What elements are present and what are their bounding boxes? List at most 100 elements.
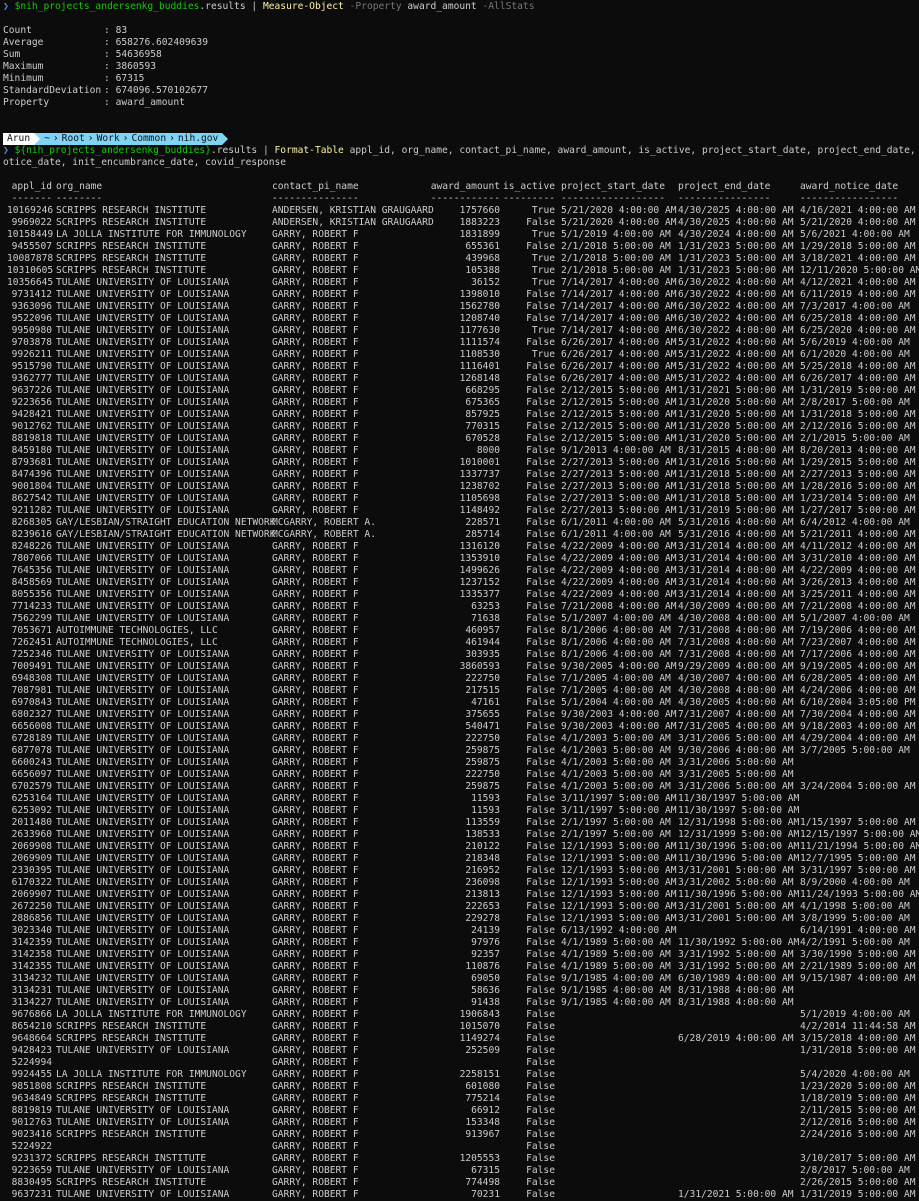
cell-award-amount: 770315 <box>465 421 500 432</box>
cell-award-amount: 460957 <box>465 625 500 636</box>
prompt-bar: Arun ~ › Root › Work › Common › nih.gov <box>3 133 916 145</box>
cell-is-active: False <box>526 517 555 528</box>
cell-award-amount: 1111574 <box>459 337 500 348</box>
cell-contact-pi: GARRY, ROBERT F <box>272 877 359 888</box>
cell-contact-pi: GARRY, ROBERT F <box>272 1153 359 1164</box>
table-row: 8459180 TULANE UNIVERSITY OF LOUISIANA GAR… <box>3 445 916 457</box>
cell-appl-id: 8239616 <box>11 529 52 540</box>
cell-appl-id: 3142358 <box>11 949 52 960</box>
cell-is-active: False <box>526 997 555 1008</box>
table-row: 9515790 TULANE UNIVERSITY OF LOUISIANA GAR… <box>3 361 916 373</box>
cell-appl-id: 8819818 <box>11 433 52 444</box>
cell-contact-pi: GARRY, ROBERT F <box>272 901 359 912</box>
cell-org-name: TULANE UNIVERSITY OF LOUISIANA <box>56 961 230 972</box>
cell-notice-date: 6/10/2004 3:05:00 PM <box>800 697 916 708</box>
stat-colon: : <box>104 85 116 96</box>
cell-org-name: TULANE UNIVERSITY OF LOUISIANA <box>56 397 230 408</box>
cell-is-active: False <box>526 301 555 312</box>
cell-is-active: False <box>526 853 555 864</box>
cell-notice-date: 1/31/2018 5:00:00 AM <box>800 1045 916 1056</box>
cell-appl-id: 9648664 <box>11 1033 52 1044</box>
cell-appl-id: 8627542 <box>11 493 52 504</box>
cell-award-amount: 66912 <box>471 1105 500 1116</box>
cell-contact-pi: GARRY, ROBERT F <box>272 241 359 252</box>
table-row: 9924455 LA JOLLA INSTITUTE FOR IMMUNOLOGY… <box>3 1069 916 1081</box>
cell-end-date: 7/31/2008 4:00:00 AM <box>678 637 794 648</box>
table-body: 10169246 SCRIPPS RESEARCH INSTITUTE ANDERS… <box>3 205 919 1201</box>
cell-org-name: TULANE UNIVERSITY OF LOUISIANA <box>56 745 230 756</box>
cell-contact-pi: GARRY, ROBERT F <box>272 397 359 408</box>
cell-notice-date: 1/31/2018 5:00:00 AM <box>800 409 916 420</box>
cell-notice-date: 4/2/1991 5:00:00 AM <box>800 937 910 948</box>
cell-is-active: False <box>526 1033 555 1044</box>
cell-is-active: False <box>526 397 555 408</box>
cell-contact-pi: GARRY, ROBERT F <box>272 793 359 804</box>
cell-contact-pi: GARRY, ROBERT F <box>272 865 359 876</box>
cell-contact-pi: GARRY, ROBERT F <box>272 733 359 744</box>
cell-appl-id: 8474396 <box>11 469 52 480</box>
cell-end-date: 1/31/2021 5:00:00 AM <box>678 1189 794 1200</box>
header-end-date: project_end_date <box>678 181 771 192</box>
cell-award-amount: 259875 <box>465 757 500 768</box>
terminal-window[interactable]: ❯ $nih_projects_andersenkg_buddies.resul… <box>0 0 919 1201</box>
cell-end-date: 6/28/2019 4:00:00 AM <box>678 1033 794 1044</box>
cell-contact-pi: GARRY, ROBERT F <box>272 1057 359 1068</box>
cell-end-date: 1/31/2020 5:00:00 AM <box>678 397 794 408</box>
cell-org-name: TULANE UNIVERSITY OF LOUISIANA <box>56 877 230 888</box>
cell-start-date: 7/14/2017 4:00:00 AM <box>561 313 677 324</box>
cell-contact-pi: GARRY, ROBERT F <box>272 1165 359 1176</box>
cell-notice-date: 3/24/2004 5:00:00 AM <box>800 781 916 792</box>
cell-appl-id: 7562299 <box>11 613 52 624</box>
cell-award-amount: 1883223 <box>459 217 500 228</box>
cell-contact-pi: GARRY, ROBERT F <box>272 757 359 768</box>
cell-contact-pi: GARRY, ROBERT F <box>272 697 359 708</box>
cell-end-date: 1/31/2018 5:00:00 AM <box>678 469 794 480</box>
cell-org-name: SCRIPPS RESEARCH INSTITUTE <box>56 1153 207 1164</box>
cell-appl-id: 8654210 <box>11 1021 52 1032</box>
cell-is-active: False <box>526 745 555 756</box>
cell-contact-pi: GARRY, ROBERT F <box>272 313 359 324</box>
cell-is-active: True <box>531 229 555 240</box>
cell-org-name: TULANE UNIVERSITY OF LOUISIANA <box>56 373 230 384</box>
cell-award-amount: 236098 <box>465 877 500 888</box>
cell-is-active: False <box>526 577 555 588</box>
cell-end-date: 8/31/2015 4:00:00 AM <box>678 445 794 456</box>
cell-is-active: False <box>526 1009 555 1020</box>
cell-award-amount: 1268148 <box>459 373 500 384</box>
cell-award-amount: 1015070 <box>459 1021 500 1032</box>
cell-org-name: SCRIPPS RESEARCH INSTITUTE <box>56 1093 207 1104</box>
table-row: 6702579 TULANE UNIVERSITY OF LOUISIANA GAR… <box>3 781 916 793</box>
cell-notice-date: 11/21/1994 5:00:00 AM <box>800 841 919 852</box>
cell-contact-pi: MCGARRY, ROBERT A. <box>272 517 376 528</box>
cell-contact-pi: GARRY, ROBERT F <box>272 949 359 960</box>
cell-appl-id: 10169246 <box>7 205 54 216</box>
cell-org-name: TULANE UNIVERSITY OF LOUISIANA <box>56 997 230 1008</box>
cell-start-date: 12/1/1993 5:00:00 AM <box>561 889 677 900</box>
table-row: 6656097 TULANE UNIVERSITY OF LOUISIANA GAR… <box>3 769 916 781</box>
cell-contact-pi: GARRY, ROBERT F <box>272 505 359 516</box>
cell-award-amount: 1906843 <box>459 1009 500 1020</box>
cell-start-date: 4/22/2009 4:00:00 AM <box>561 565 677 576</box>
cell-award-amount: 8000 <box>476 445 500 456</box>
cell-award-amount: 655361 <box>465 241 500 252</box>
cell-start-date: 2/1/1997 5:00:00 AM <box>561 829 671 840</box>
cell-appl-id: 10356645 <box>7 277 54 288</box>
table-row: 7262451 AUTOIMMUNE TECHNOLOGIES, LLC GARRY… <box>3 637 916 649</box>
cell-org-name: TULANE UNIVERSITY OF LOUISIANA <box>56 1105 230 1116</box>
cell-is-active: False <box>526 685 555 696</box>
table-row: 9676866 LA JOLLA INSTITUTE FOR IMMUNOLOGY… <box>3 1009 916 1021</box>
table-row: 9969022 SCRIPPS RESEARCH INSTITUTE ANDERSE… <box>3 217 916 229</box>
cell-start-date: 4/22/2009 4:00:00 AM <box>561 577 677 588</box>
cell-end-date: 7/31/2008 4:00:00 AM <box>678 649 794 660</box>
cell-notice-date: 6/25/2018 4:00:00 AM <box>800 313 916 324</box>
cell-notice-date: 2/11/2015 5:00:00 AM <box>800 1105 916 1116</box>
cell-notice-date: 3/8/1999 5:00:00 AM <box>800 913 910 924</box>
cell-org-name: TULANE UNIVERSITY OF LOUISIANA <box>56 577 230 588</box>
cell-notice-date: 5/4/2020 4:00:00 AM <box>800 1069 910 1080</box>
cell-award-amount: 1149274 <box>459 1033 500 1044</box>
stat-row: Count: 83 <box>3 25 916 37</box>
cell-appl-id: 9515790 <box>11 361 52 372</box>
cell-org-name: SCRIPPS RESEARCH INSTITUTE <box>56 1129 207 1140</box>
cell-start-date: 4/1/1989 5:00:00 AM <box>561 961 671 972</box>
table-row: 9926211 TULANE UNIVERSITY OF LOUISIANA GAR… <box>3 349 916 361</box>
